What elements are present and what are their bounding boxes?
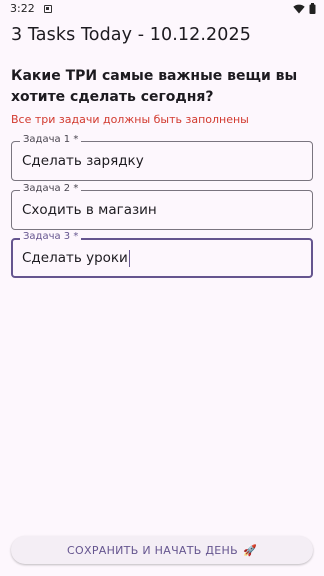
task-3-input[interactable]: Сделать уроки <box>22 239 301 277</box>
task-1-field[interactable]: Задача 1 * Сделать зарядку <box>11 134 313 181</box>
app-screen: 3:22 3 Tasks Today - 10.12.2025 Какие ТР… <box>0 0 324 576</box>
validation-error: Все три задачи должны быть заполнены <box>11 113 249 126</box>
battery-icon <box>309 3 316 14</box>
task-2-field[interactable]: Задача 2 * Сходить в магазин <box>11 183 313 230</box>
status-time: 3:22 <box>10 2 35 15</box>
rocket-icon: 🚀 <box>242 543 257 557</box>
question-text: Какие ТРИ самые важные вещи вы хотите сд… <box>11 68 298 105</box>
status-icons <box>293 3 316 14</box>
text-cursor <box>128 249 131 267</box>
task-3-field[interactable]: Задача 3 * Сделать уроки <box>11 231 313 278</box>
save-and-start-button[interactable]: СОХРАНИТЬ И НАЧАТЬ ДЕНЬ 🚀 <box>11 536 313 564</box>
save-button-label: СОХРАНИТЬ И НАЧАТЬ ДЕНЬ <box>67 543 238 557</box>
wifi-icon <box>293 4 305 14</box>
task-1-value: Сделать зарядку <box>22 153 144 169</box>
page-title: 3 Tasks Today - 10.12.2025 <box>11 25 251 45</box>
status-bar: 3:22 <box>0 0 324 17</box>
task-3-value: Сделать уроки <box>22 250 128 266</box>
task-2-value: Сходить в магазин <box>22 202 157 218</box>
notification-icon <box>43 4 52 13</box>
task-2-input[interactable]: Сходить в магазин <box>22 191 302 229</box>
task-1-input[interactable]: Сделать зарядку <box>22 142 302 180</box>
